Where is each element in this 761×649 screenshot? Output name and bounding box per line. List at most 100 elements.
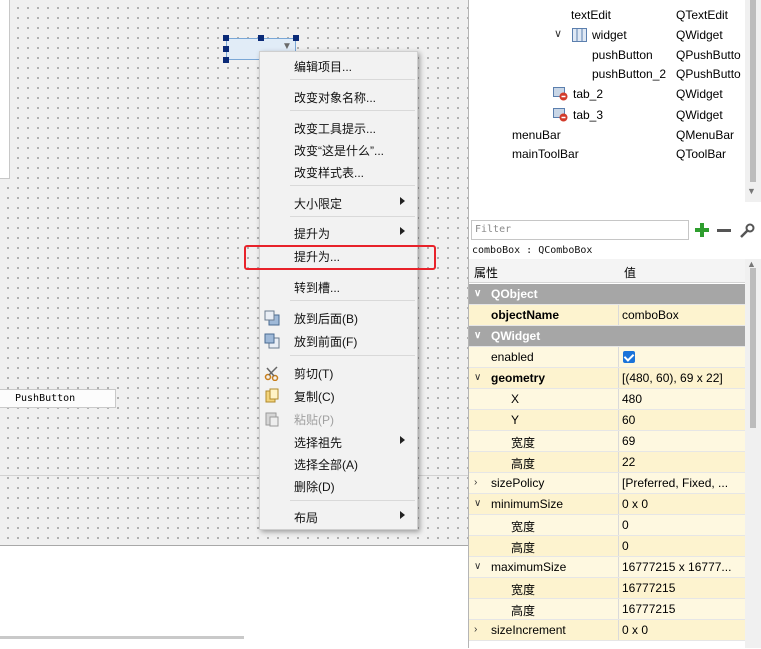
chevron-down-icon[interactable]: ∨ — [474, 288, 481, 299]
tree-row[interactable]: menuBar QMenuBar — [469, 125, 744, 145]
tree-row[interactable]: ∨ widget QWidget — [469, 25, 744, 45]
tree-row[interactable]: tab_2 QWidget — [469, 84, 744, 104]
property-value[interactable]: [Preferred, Fixed, ... — [622, 476, 744, 490]
tree-row[interactable]: pushButton_2 QPushButto — [469, 64, 744, 84]
property-row[interactable]: 宽度 69 — [469, 431, 745, 452]
pushbutton-widget[interactable]: PushButton — [0, 389, 116, 408]
property-row[interactable]: 高度 0 — [469, 536, 745, 557]
chevron-down-icon[interactable]: ∨ — [474, 561, 481, 572]
property-name: objectName — [491, 308, 560, 322]
property-row[interactable]: 宽度 16777215 — [469, 578, 745, 599]
property-value[interactable]: 0 — [622, 518, 744, 532]
menu-item-cut[interactable]: 剪切(T) — [260, 362, 417, 383]
tree-item-name: pushButton_2 — [592, 67, 667, 81]
menu-item-change-object-name[interactable]: 改变对象名称... — [260, 86, 417, 107]
menu-item-select-ancestor[interactable]: 选择祖先 — [260, 431, 417, 452]
menu-item-label: 改变样式表... — [294, 166, 365, 180]
property-group-qwidget[interactable]: ∨ QWidget — [469, 326, 745, 347]
property-row[interactable]: 高度 22 — [469, 452, 745, 473]
property-row[interactable]: ∨ maximumSize 16777215 x 16777... — [469, 557, 745, 578]
property-row[interactable]: X 480 — [469, 389, 745, 410]
property-value[interactable]: 0 x 0 — [622, 623, 744, 637]
menu-item-bring-to-front[interactable]: 放到前面(F) — [260, 330, 417, 351]
object-inspector-tree[interactable]: textEdit QTextEdit ∨ widget QWidget push… — [469, 0, 761, 214]
tree-item-class: QWidget — [676, 28, 723, 42]
property-value[interactable]: 69 — [622, 434, 744, 448]
property-value[interactable]: 16777215 — [622, 581, 744, 595]
property-row[interactable]: 宽度 0 — [469, 515, 745, 536]
tree-row[interactable]: tab_3 QWidget — [469, 105, 744, 125]
chevron-right-icon[interactable]: › — [474, 624, 477, 635]
add-dynamic-property-icon[interactable] — [693, 221, 711, 239]
menu-item-go-to-slot[interactable]: 转到槽... — [260, 276, 417, 297]
filter-input[interactable]: Filter — [471, 220, 689, 240]
tree-item-name: tab_3 — [573, 108, 604, 122]
menu-item-change-tooltip[interactable]: 改变工具提示... — [260, 117, 417, 138]
property-name: 宽度 — [511, 520, 536, 534]
tree-row[interactable]: mainToolBar QToolBar — [469, 144, 744, 164]
chevron-down-icon[interactable]: ∨ — [474, 372, 481, 383]
chevron-down-icon[interactable]: ∨ — [474, 330, 481, 341]
menu-item-change-whats-this[interactable]: 改变“这是什么”... — [260, 139, 417, 160]
menu-item-size-constraints[interactable]: 大小限定 — [260, 192, 417, 213]
property-row[interactable]: › sizePolicy [Preferred, Fixed, ... — [469, 473, 745, 494]
menu-item-select-all[interactable]: 选择全部(A) — [260, 453, 417, 474]
property-value[interactable]: 16777215 x 16777... — [622, 560, 744, 574]
property-row[interactable]: Y 60 — [469, 410, 745, 431]
property-value[interactable]: comboBox — [622, 308, 744, 322]
menu-item-delete[interactable]: 删除(D) — [260, 475, 417, 496]
remove-dynamic-property-icon[interactable] — [717, 229, 731, 232]
property-value[interactable]: [(480, 60), 69 x 22] — [622, 371, 744, 385]
enabled-checkbox[interactable] — [623, 351, 635, 363]
property-row[interactable]: ∨ minimumSize 0 x 0 — [469, 494, 745, 515]
scroll-up-arrow-icon[interactable]: ▲ — [747, 259, 756, 269]
property-row[interactable]: 高度 16777215 — [469, 599, 745, 620]
property-value[interactable]: 60 — [622, 413, 744, 427]
wrench-icon[interactable] — [738, 222, 756, 240]
horizontal-scrollbar[interactable] — [0, 636, 244, 639]
menu-item-label: 放到后面(B) — [294, 312, 358, 326]
selection-handle[interactable] — [223, 35, 229, 41]
tree-row[interactable]: textEdit QTextEdit — [469, 5, 744, 25]
property-name: QObject — [491, 287, 538, 301]
chevron-right-icon[interactable]: › — [474, 477, 477, 488]
property-value[interactable]: 0 x 0 — [622, 497, 744, 511]
form-widget-area[interactable] — [0, 0, 10, 179]
property-value[interactable]: 16777215 — [622, 602, 744, 616]
property-editor-table[interactable]: 属性 值 ∨ QObject objectName comboBox ∨ QWidg… — [469, 259, 745, 648]
menu-item-label: 布局 — [294, 511, 319, 525]
tree-row[interactable]: pushButton QPushButto — [469, 45, 744, 65]
property-row[interactable]: enabled — [469, 347, 745, 368]
menu-item-promote-to-submenu[interactable]: 提升为 — [260, 222, 417, 243]
property-value[interactable]: 0 — [622, 539, 744, 553]
menu-item-label: 粘贴(P) — [294, 413, 334, 427]
menu-item-layout[interactable]: 布局 — [260, 506, 417, 527]
menu-item-edit-items[interactable]: 编辑项目... — [260, 55, 417, 76]
chevron-down-icon[interactable]: ∨ — [474, 498, 481, 509]
scrollbar-thumb[interactable] — [750, 268, 756, 428]
menu-item-change-stylesheet[interactable]: 改变样式表... — [260, 161, 417, 182]
property-row[interactable]: ∨ geometry [(480, 60), 69 x 22] — [469, 368, 745, 389]
menu-item-send-to-back[interactable]: 放到后面(B) — [260, 307, 417, 328]
menu-item-label: 选择祖先 — [294, 436, 343, 450]
menu-item-label: 转到槽... — [294, 281, 341, 295]
menu-item-copy[interactable]: 复制(C) — [260, 385, 417, 406]
send-to-back-icon — [264, 310, 280, 326]
selection-handle[interactable] — [223, 57, 229, 63]
property-filter-bar: Filter — [469, 218, 761, 242]
property-value[interactable]: 480 — [622, 392, 744, 406]
menu-item-paste[interactable]: 粘贴(P) — [260, 408, 417, 429]
selection-handle[interactable] — [223, 46, 229, 52]
property-name: 宽度 — [511, 436, 536, 450]
tree-item-class: QPushButto — [676, 67, 741, 81]
property-row[interactable]: objectName comboBox — [469, 305, 745, 326]
selection-handle[interactable] — [293, 35, 299, 41]
scroll-down-arrow-icon[interactable]: ▼ — [747, 186, 756, 196]
property-row[interactable]: › sizeIncrement 0 x 0 — [469, 620, 745, 641]
property-value[interactable]: 22 — [622, 455, 744, 469]
property-group-qobject[interactable]: ∨ QObject — [469, 284, 745, 305]
chevron-down-icon[interactable]: ∨ — [554, 27, 562, 40]
scrollbar-thumb[interactable] — [750, 0, 756, 182]
layout-icon — [572, 28, 587, 42]
selection-handle[interactable] — [258, 35, 264, 41]
